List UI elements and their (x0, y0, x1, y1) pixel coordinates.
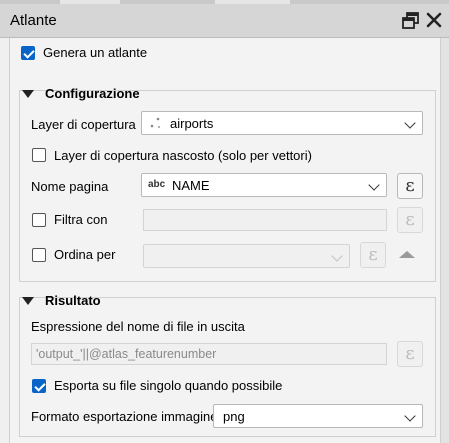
float-window-icon[interactable] (401, 10, 421, 30)
expression-icon: ε (405, 343, 415, 364)
filename-expr-label: Espressione del nome di file in uscita (31, 319, 245, 334)
sort-label: Ordina per (54, 247, 116, 262)
coverage-layer-label: Layer di copertura (31, 117, 136, 132)
filename-expression-button[interactable]: ε (397, 341, 423, 367)
panel-titlebar: Atlante (0, 4, 449, 38)
page-name-combo[interactable]: abc NAME (141, 173, 387, 197)
panel-title: Atlante (10, 12, 57, 29)
expression-icon: ε (405, 209, 415, 230)
coverage-layer-value: airports (170, 116, 214, 131)
panel-scrollbar[interactable] (441, 38, 449, 443)
sort-checkbox[interactable] (32, 248, 46, 262)
close-icon[interactable] (424, 10, 444, 30)
filter-checkbox[interactable] (32, 213, 46, 227)
filename-expr-input[interactable]: 'output_'||@atlas_featurenumber (31, 343, 387, 365)
collapse-output-icon[interactable] (22, 297, 34, 305)
filter-input[interactable] (143, 209, 387, 231)
output-title: Risultato (45, 293, 101, 308)
generate-atlas-checkbox[interactable] (21, 46, 35, 60)
filter-label: Filtra con (54, 212, 108, 227)
coverage-layer-combo[interactable]: airports (141, 111, 423, 135)
single-file-checkbox[interactable] (32, 379, 46, 393)
single-file-label: Esporta su file singolo quando possibile (54, 378, 283, 393)
collapse-configuration-icon[interactable] (22, 90, 34, 98)
expression-icon: ε (368, 244, 378, 265)
hidden-coverage-label: Layer di copertura nascosto (solo per ve… (54, 148, 312, 163)
point-layer-icon (150, 117, 161, 129)
sort-ascending-icon[interactable] (399, 251, 415, 258)
sort-expression-button[interactable]: ε (360, 242, 386, 268)
page-name-label: Nome pagina (31, 179, 109, 194)
chevron-down-icon (404, 410, 416, 422)
image-format-combo[interactable]: png (213, 404, 423, 428)
generate-atlas-label: Genera un atlante (43, 45, 148, 60)
field-type-icon: abc (148, 179, 166, 190)
image-format-label: Formato esportazione immagine (31, 409, 218, 424)
filename-expr-value: 'output_'||@atlas_featurenumber (36, 347, 217, 361)
configuration-title: Configurazione (45, 86, 140, 101)
chevron-down-icon (331, 250, 343, 262)
sort-combo[interactable] (143, 244, 350, 268)
page-name-expression-button[interactable]: ε (397, 173, 423, 199)
hidden-coverage-checkbox[interactable] (32, 148, 46, 162)
chevron-down-icon (404, 117, 416, 129)
image-format-value: png (223, 409, 245, 424)
expression-icon: ε (405, 175, 415, 196)
chevron-down-icon (368, 179, 380, 191)
page-name-value: NAME (172, 178, 210, 193)
filter-expression-button[interactable]: ε (397, 207, 423, 233)
